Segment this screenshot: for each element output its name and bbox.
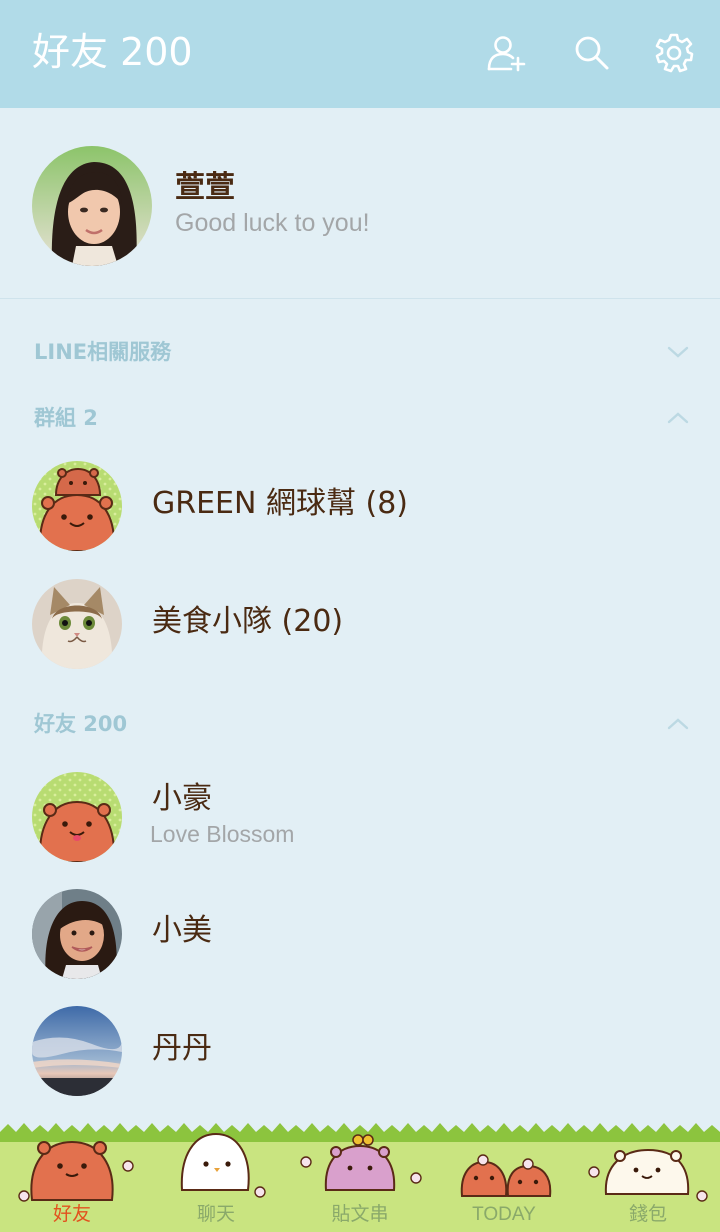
page-title: 好友 200 [32, 30, 193, 74]
section-label-friends[interactable]: 好友 200 [34, 709, 127, 739]
search-icon[interactable] [572, 33, 612, 73]
profile-status-message: Good luck to you! [175, 209, 370, 237]
friend-name[interactable]: 小美 [152, 911, 212, 951]
woman-photo-avatar[interactable] [32, 889, 122, 979]
chevron-down-icon[interactable] [666, 340, 690, 364]
add-friend-icon[interactable] [486, 33, 526, 73]
tab-label: 貼文串 [331, 1204, 389, 1225]
group-name-food[interactable]: 美食小隊 (20) [152, 602, 343, 642]
chevron-up-icon[interactable] [666, 712, 690, 736]
tab-chats[interactable]: 聊天 [144, 1120, 288, 1232]
cat-photo-avatar[interactable] [32, 579, 122, 669]
friend-status-message: Love Blossom [150, 821, 295, 847]
tab-wallet[interactable]: 錢包 [576, 1120, 720, 1232]
friend-name[interactable]: 丹丹 [152, 1029, 212, 1069]
profile-avatar[interactable] [32, 146, 152, 266]
settings-gear-icon[interactable] [654, 33, 694, 73]
section-label-line-services[interactable]: LINE相關服務 [34, 337, 171, 367]
capybara-brown-icon [18, 1140, 134, 1202]
tab-friends[interactable]: 好友 [0, 1120, 144, 1232]
tab-label: 聊天 [196, 1204, 235, 1225]
capybara-pair-icon [460, 1154, 552, 1197]
capybara-avatar[interactable] [32, 772, 122, 862]
friend-name[interactable]: 小豪 [152, 779, 212, 819]
tab-label: 錢包 [628, 1204, 667, 1225]
capybara-purple-icon [300, 1134, 422, 1191]
tab-today[interactable]: TODAY [432, 1120, 576, 1232]
app-header: 好友 200 [0, 0, 720, 108]
tab-label: 好友 [52, 1204, 91, 1225]
white-capybara-icon [588, 1148, 708, 1202]
capybara-group-avatar[interactable] [32, 461, 122, 551]
section-label-groups[interactable]: 群組 2 [34, 403, 98, 433]
tab-label: TODAY [472, 1204, 536, 1225]
profile-name: 萱萱 [175, 170, 235, 205]
group-name-green[interactable]: GREEN 網球幫 (8) [152, 484, 408, 524]
white-bird-icon [180, 1132, 266, 1198]
tab-timeline[interactable]: 貼文串 [288, 1120, 432, 1232]
sky-photo-avatar[interactable] [32, 1006, 122, 1096]
chevron-up-icon[interactable] [666, 406, 690, 430]
